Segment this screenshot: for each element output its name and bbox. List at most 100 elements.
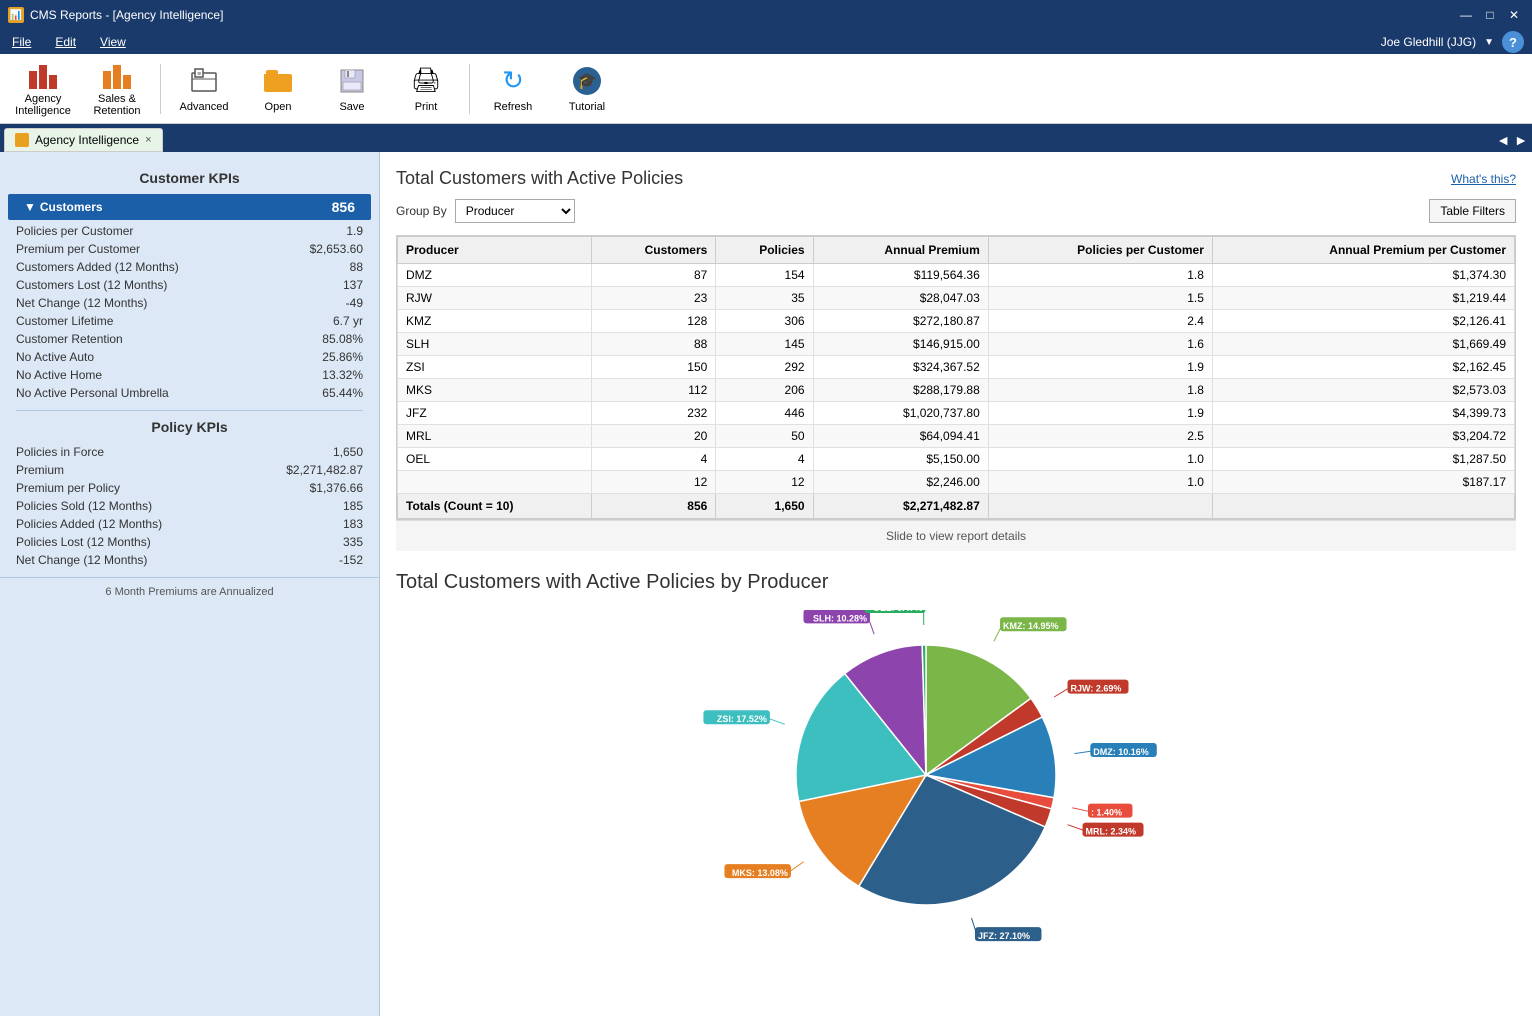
menu-file[interactable]: File [8,33,35,51]
maximize-button[interactable]: □ [1480,5,1500,25]
kpi-value: 335 [343,535,363,549]
cell-customers: 87 [592,264,716,287]
whats-this-link[interactable]: What's this? [1451,172,1516,186]
cell-policies-per-customer: 1.6 [988,333,1212,356]
pie-label-line-8 [868,617,874,634]
kpi-label: No Active Auto [16,350,94,364]
cell-customers: 232 [592,402,716,425]
kpi-value: $1,376.66 [310,481,363,495]
table-row[interactable]: RJW 23 35 $28,047.03 1.5 $1,219.44 [398,287,1515,310]
table-row[interactable]: JFZ 232 446 $1,020,737.80 1.9 $4,399.73 [398,402,1515,425]
cell-annual-premium: $64,094.41 [813,425,988,448]
table-row[interactable]: MKS 112 206 $288,179.88 1.8 $2,573.03 [398,379,1515,402]
table-row[interactable]: DMZ 87 154 $119,564.36 1.8 $1,374.30 [398,264,1515,287]
data-table-wrapper: Producer Customers Policies Annual Premi… [396,235,1516,520]
tab-next-button[interactable]: ► [1514,132,1528,148]
cell-policies: 206 [716,379,813,402]
agency-intelligence-icon [27,61,59,89]
open-label: Open [265,101,292,113]
table-header-row: Producer Customers Policies Annual Premi… [398,237,1515,264]
pie-chart-container: KMZ: 14.95%RJW: 2.69%DMZ: 10.16%: 1.40%M… [396,610,1516,950]
policy-kpi-row: Premium per Policy $1,376.66 [0,479,379,497]
totals-apppc [1212,494,1514,519]
kpi-label: Premium per Customer [16,242,140,256]
kpi-label: Premium per Policy [16,481,120,495]
cell-policies-per-customer: 2.4 [988,310,1212,333]
cell-customers: 88 [592,333,716,356]
group-by-select[interactable]: Producer [455,199,575,223]
cell-policies-per-customer: 1.9 [988,356,1212,379]
refresh-icon: ↻ [497,65,529,97]
advanced-icon: ≡ [188,65,220,97]
cell-annual-premium-per-customer: $3,204.72 [1212,425,1514,448]
kpi-label: Customers Lost (12 Months) [16,278,167,292]
cell-annual-premium-per-customer: $2,573.03 [1212,379,1514,402]
cell-policies-per-customer: 1.8 [988,379,1212,402]
cell-annual-premium: $272,180.87 [813,310,988,333]
cell-policies: 50 [716,425,813,448]
kpi-value: 137 [343,278,363,292]
cell-policies: 35 [716,287,813,310]
cell-policies: 446 [716,402,813,425]
print-button[interactable]: 🖨 Print [391,59,461,119]
customers-highlight-row[interactable]: ▼ Customers 856 [8,194,371,220]
help-button[interactable]: ? [1502,31,1524,53]
agency-intelligence-tab[interactable]: Agency Intelligence × [4,128,163,152]
kpi-value: 88 [350,260,363,274]
table-row[interactable]: ZSI 150 292 $324,367.52 1.9 $2,162.45 [398,356,1515,379]
refresh-button[interactable]: ↻ Refresh [478,59,548,119]
cell-annual-premium-per-customer: $1,287.50 [1212,448,1514,471]
save-button[interactable]: Save [317,59,387,119]
kpi-label: Premium [16,463,64,477]
minimize-button[interactable]: — [1456,5,1476,25]
open-button[interactable]: Open [243,59,313,119]
policy-kpi-row: Policies in Force1,650 [0,443,379,461]
tab-close-button[interactable]: × [145,134,151,146]
kpi-value: -49 [346,296,363,310]
customer-kpi-row: No Active Personal Umbrella65.44% [0,384,379,402]
kpi-label: Customer Retention [16,332,123,346]
customer-kpi-row: No Active Home13.32% [0,366,379,384]
cell-annual-premium: $2,246.00 [813,471,988,494]
menu-view[interactable]: View [96,33,130,51]
pie-label-line-3 [1072,808,1090,812]
table-row[interactable]: 12 12 $2,246.00 1.0 $187.17 [398,471,1515,494]
cell-annual-premium: $5,150.00 [813,448,988,471]
kpi-value: 25.86% [322,350,363,364]
kpi-label: Policies per Customer [16,224,133,238]
cell-policies: 306 [716,310,813,333]
pie-label-text-1: RJW: 2.69% [1071,684,1122,694]
agency-intelligence-button[interactable]: Agency Intelligence [8,59,78,119]
table-row[interactable]: MRL 20 50 $64,094.41 2.5 $3,204.72 [398,425,1515,448]
tutorial-button[interactable]: 🎓 Tutorial [552,59,622,119]
kpi-value: 6.7 yr [333,314,363,328]
policy-kpi-row: Policies Lost (12 Months)335 [0,533,379,551]
table-filters-button[interactable]: Table Filters [1429,199,1516,223]
pie-label-text-9: OEL: 0.47% [873,610,923,613]
close-button[interactable]: ✕ [1504,5,1524,25]
title-bar: 📊 CMS Reports - [Agency Intelligence] — … [0,0,1532,30]
kpi-label: Net Change (12 Months) [16,296,147,310]
advanced-button[interactable]: ≡ Advanced [169,59,239,119]
policy-kpis-title: Policy KPIs [0,419,379,435]
kpi-value: 185 [343,499,363,513]
table-row[interactable]: SLH 88 145 $146,915.00 1.6 $1,669.49 [398,333,1515,356]
table-row[interactable]: KMZ 128 306 $272,180.87 2.4 $2,126.41 [398,310,1515,333]
cell-policies-per-customer: 2.5 [988,425,1212,448]
menu-edit[interactable]: Edit [51,33,80,51]
sales-retention-button[interactable]: Sales & Retention [82,59,152,119]
tutorial-label: Tutorial [569,101,605,113]
chart-section: Total Customers with Active Policies by … [396,571,1516,950]
totals-customers: 856 [592,494,716,519]
pie-label-text-4: MRL: 2.34% [1086,827,1137,837]
tab-prev-button[interactable]: ◄ [1496,132,1510,148]
kpi-label: Policies Added (12 Months) [16,517,162,531]
cell-producer [398,471,592,494]
table-row[interactable]: OEL 4 4 $5,150.00 1.0 $1,287.50 [398,448,1515,471]
save-label: Save [339,101,364,113]
customer-kpi-rows: Policies per Customer1.9Premium per Cust… [0,222,379,402]
print-label: Print [415,101,438,113]
cell-annual-premium-per-customer: $1,669.49 [1212,333,1514,356]
cell-annual-premium-per-customer: $2,162.45 [1212,356,1514,379]
policy-kpi-row: Policies Sold (12 Months)185 [0,497,379,515]
